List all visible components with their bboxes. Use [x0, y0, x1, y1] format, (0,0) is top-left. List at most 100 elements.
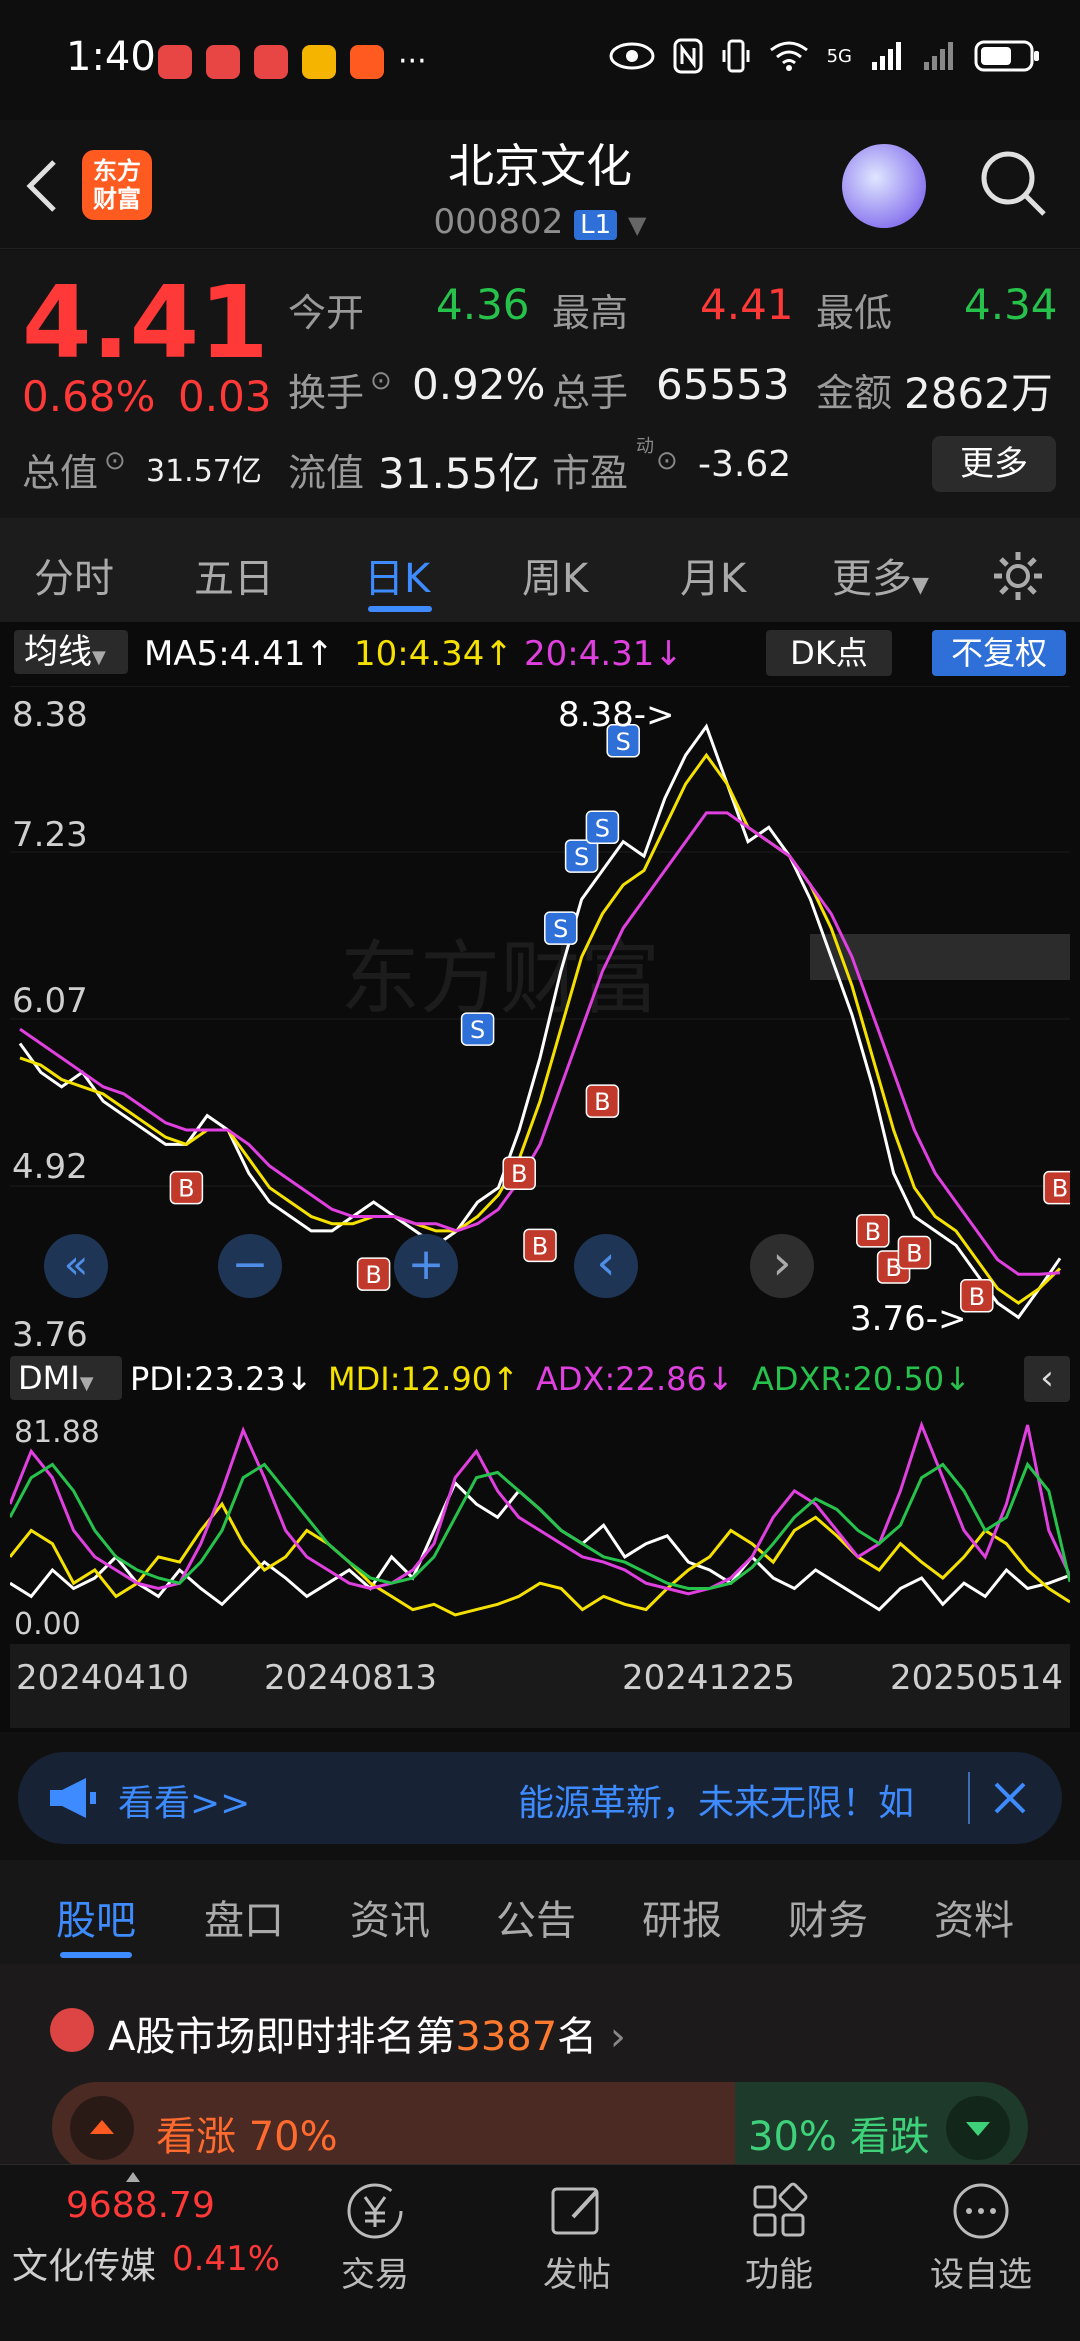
banner-divider [968, 1772, 970, 1824]
index-value: 9688.79 [66, 2185, 215, 2226]
quote-panel: 4.41 0.68% 0.03 今开 4.36 最高 4.41 最低 4.34 … [0, 250, 1080, 518]
tab-news[interactable]: 资讯 [350, 1888, 430, 1946]
app-notification-icon [158, 44, 192, 79]
ma-selector[interactable]: 均线▼ [14, 630, 128, 674]
price-chart[interactable]: 东方财富 BBBBBSSSSSBBBBB 8.38 7.23 6.07 4.92… [10, 686, 1070, 1352]
indicator-selector[interactable]: DMI▼ [10, 1356, 122, 1400]
low-label: 最低 [816, 291, 893, 335]
low-value: 4.34 [964, 280, 1058, 329]
buy-marker[interactable]: B [1043, 1170, 1070, 1205]
svg-text:B: B [865, 1218, 881, 1246]
sell-marker[interactable]: S [585, 810, 620, 845]
search-icon[interactable] [978, 148, 1048, 218]
svg-text:B: B [365, 1261, 381, 1289]
settings-icon[interactable] [990, 548, 1046, 604]
tab-daily-k[interactable]: 日K [364, 546, 430, 604]
chevron-right-icon: › [597, 2014, 626, 2060]
bearish-button[interactable] [946, 2096, 1010, 2160]
nav-post[interactable]: 发帖 [502, 2179, 652, 2329]
svg-text:B: B [532, 1232, 548, 1260]
buy-marker[interactable]: B [897, 1235, 932, 1270]
buy-marker[interactable]: B [502, 1156, 536, 1190]
nav-add-watchlist[interactable]: 设自选 [906, 2179, 1056, 2329]
tab-profile[interactable]: 资料 [934, 1888, 1014, 1946]
y-tick-label: 3.76 [12, 1315, 88, 1352]
collapse-indicator-button[interactable]: ‹ [1024, 1356, 1070, 1402]
dk-point-button[interactable]: DK点 [766, 630, 892, 676]
more-button[interactable]: 更多 [932, 436, 1056, 492]
nav-trade[interactable]: 交易 [300, 2179, 450, 2329]
tab-active-indicator [368, 606, 432, 612]
svg-text:B: B [969, 1283, 985, 1311]
bullish-button[interactable] [70, 2096, 134, 2160]
yen-icon [347, 2183, 403, 2239]
sell-marker[interactable]: S [564, 839, 599, 873]
system-icons: 5G [609, 38, 1040, 74]
scroll-right-button[interactable]: › [750, 1234, 814, 1298]
app-notification-icon [206, 44, 240, 79]
nfc-icon [673, 38, 703, 74]
signal-icon-2 [924, 42, 953, 70]
x-tick-label: 20240410 [16, 1658, 190, 1698]
tab-forum[interactable]: 股吧 [56, 1888, 136, 1946]
open-label: 今开 [288, 291, 365, 335]
ma10-label: 10:4.34↑ [354, 634, 513, 674]
buy-marker[interactable]: B [856, 1214, 890, 1248]
pe-value: -3.62 [698, 444, 792, 485]
tab-five-day[interactable]: 五日 [194, 546, 274, 604]
close-icon[interactable] [990, 1778, 1030, 1818]
x-tick-label: 20241225 [622, 1658, 796, 1698]
chart-area: 均线▼ MA5:4.41↑ 10:4.34↑ 20:4.31↓ DK点 不复权 … [0, 622, 1080, 1732]
svg-text:S: S [470, 1016, 485, 1044]
dmi-chart[interactable]: 81.88 0.00 [10, 1408, 1070, 1644]
svg-text:B: B [511, 1160, 527, 1188]
buy-marker[interactable]: B [356, 1257, 391, 1291]
scroll-left-fast-button[interactable]: « [44, 1234, 108, 1298]
svg-text:S: S [553, 915, 568, 943]
info-icon[interactable]: ⊙ [104, 446, 126, 476]
app-logo: 东方 财富 [82, 150, 152, 220]
chart-bar-icon [50, 2008, 94, 2052]
tab-intraday[interactable]: 分时 [34, 546, 114, 604]
mdi-label: MDI:12.90↑ [328, 1360, 519, 1398]
buy-marker[interactable]: B [523, 1228, 557, 1263]
banner-prefix: 看看>> [118, 1783, 251, 1824]
info-icon[interactable]: ⊙ [370, 366, 392, 396]
sell-marker[interactable]: S [460, 1012, 495, 1046]
tab-more-label: 更多 [832, 556, 912, 602]
scroll-left-button[interactable]: ‹ [574, 1234, 638, 1298]
adjust-button[interactable]: 不复权 [932, 630, 1066, 676]
buy-marker[interactable]: B [169, 1170, 204, 1205]
index-name[interactable]: 文化传媒 [12, 2237, 156, 2289]
tab-order-book[interactable]: 盘口 [204, 1888, 284, 1946]
tab-weekly-k[interactable]: 周K [522, 546, 588, 604]
zoom-in-button[interactable]: + [394, 1234, 458, 1298]
last-price: 4.41 [22, 264, 269, 381]
rank-suffix: 名 [557, 2014, 598, 2060]
rank-text[interactable]: A股市场即时排名第3387名 › [108, 2004, 626, 2062]
sell-marker[interactable]: S [544, 911, 578, 945]
tab-financials[interactable]: 财务 [788, 1888, 868, 1946]
tab-research[interactable]: 研报 [642, 1888, 722, 1946]
robot-assistant-icon[interactable] [842, 144, 926, 228]
tab-announcements[interactable]: 公告 [496, 1888, 576, 1946]
banner-text: 能源革新，未来无限！如 [518, 1783, 915, 1824]
zoom-out-button[interactable]: − [218, 1234, 282, 1298]
nav-functions[interactable]: 功能 [704, 2179, 854, 2329]
triangle-down-icon [966, 2122, 990, 2136]
title-block[interactable]: 北京文化 000802 L1 ▼ [340, 130, 740, 242]
tab-more[interactable]: 更多▼ [832, 546, 929, 604]
open-value: 4.36 [436, 280, 530, 329]
volume-value: 65553 [656, 360, 790, 409]
back-icon[interactable] [22, 156, 62, 216]
tab-monthly-k[interactable]: 月K [680, 546, 746, 604]
buy-marker[interactable]: B [585, 1084, 620, 1118]
weibo-icon [302, 44, 336, 79]
sentiment-up-fill [52, 2082, 736, 2172]
signal-icon [872, 42, 901, 70]
info-icon[interactable]: ⊙ [656, 446, 678, 476]
turnover-value: 0.92% [412, 360, 546, 409]
chevron-down-icon[interactable]: ▼ [628, 211, 646, 239]
news-banner[interactable]: 看看>> 能源革新，未来无限！如 [18, 1752, 1062, 1844]
y-tick-label: 4.92 [12, 1147, 88, 1187]
